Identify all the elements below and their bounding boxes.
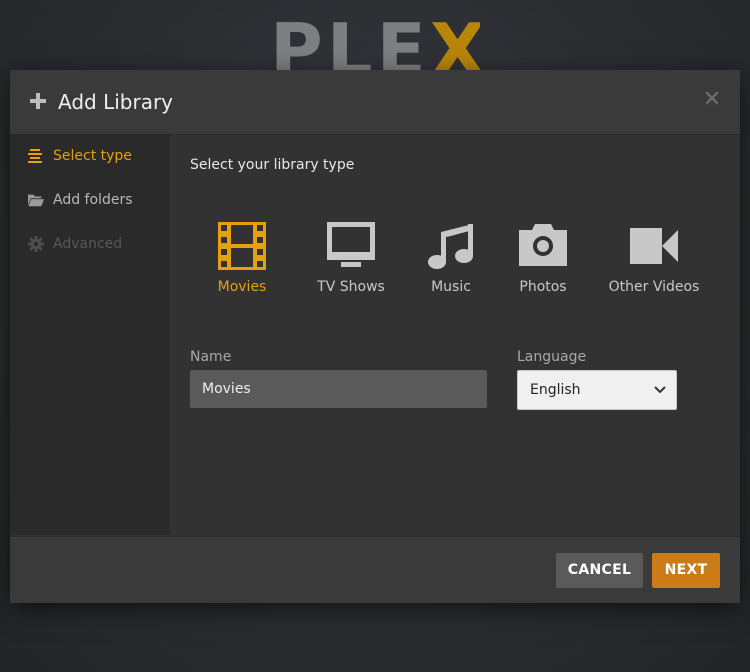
dialog-footer: CANCEL NEXT — [10, 536, 740, 603]
library-type-label: Photos — [519, 279, 567, 295]
film-icon — [218, 222, 266, 270]
camera-icon — [519, 224, 567, 266]
plex-background-logo: PLEX — [270, 14, 480, 74]
library-type-photos[interactable]: Photos — [513, 221, 573, 301]
language-selected-value: English — [530, 382, 581, 398]
sidebar: Select type Add folders Advanced — [10, 135, 170, 535]
language-select[interactable]: English — [517, 370, 677, 410]
close-icon[interactable] — [704, 90, 720, 106]
dialog-title: Add Library — [58, 90, 174, 114]
library-type-label: Movies — [217, 279, 267, 295]
plus-icon — [30, 93, 46, 109]
video-camera-icon — [630, 228, 678, 264]
gear-icon — [28, 236, 44, 252]
name-input[interactable] — [190, 370, 487, 408]
sidebar-item-label: Add folders — [53, 192, 133, 208]
section-title: Select your library type — [190, 157, 355, 173]
library-type-music[interactable]: Music — [421, 221, 481, 301]
library-type-movies[interactable]: Movies — [212, 221, 272, 301]
music-note-icon — [428, 224, 473, 269]
cancel-button[interactable]: CANCEL — [556, 553, 643, 588]
library-type-tv-shows[interactable]: TV Shows — [306, 221, 396, 301]
library-type-label: TV Shows — [317, 279, 385, 295]
library-type-label: Other Videos — [608, 279, 700, 295]
sidebar-item-label: Select type — [53, 148, 132, 164]
language-label: Language — [517, 349, 587, 365]
library-type-other-videos[interactable]: Other Videos — [604, 221, 704, 301]
main-content: Select your library type Movies TV Shows — [170, 135, 740, 535]
folder-icon — [28, 194, 44, 207]
library-type-label: Music — [431, 279, 471, 295]
list-icon — [28, 149, 42, 163]
next-button[interactable]: NEXT — [652, 553, 720, 588]
sidebar-item-advanced[interactable]: Advanced — [28, 233, 168, 255]
chevron-down-icon — [654, 386, 666, 394]
add-library-dialog: Add Library Select type Add folders Adva… — [10, 70, 740, 603]
sidebar-item-add-folders[interactable]: Add folders — [28, 189, 168, 211]
sidebar-item-label: Advanced — [53, 236, 123, 252]
name-label: Name — [190, 349, 232, 365]
sidebar-item-select-type[interactable]: Select type — [28, 145, 168, 167]
dialog-header: Add Library — [10, 70, 740, 135]
tv-icon — [327, 222, 375, 267]
